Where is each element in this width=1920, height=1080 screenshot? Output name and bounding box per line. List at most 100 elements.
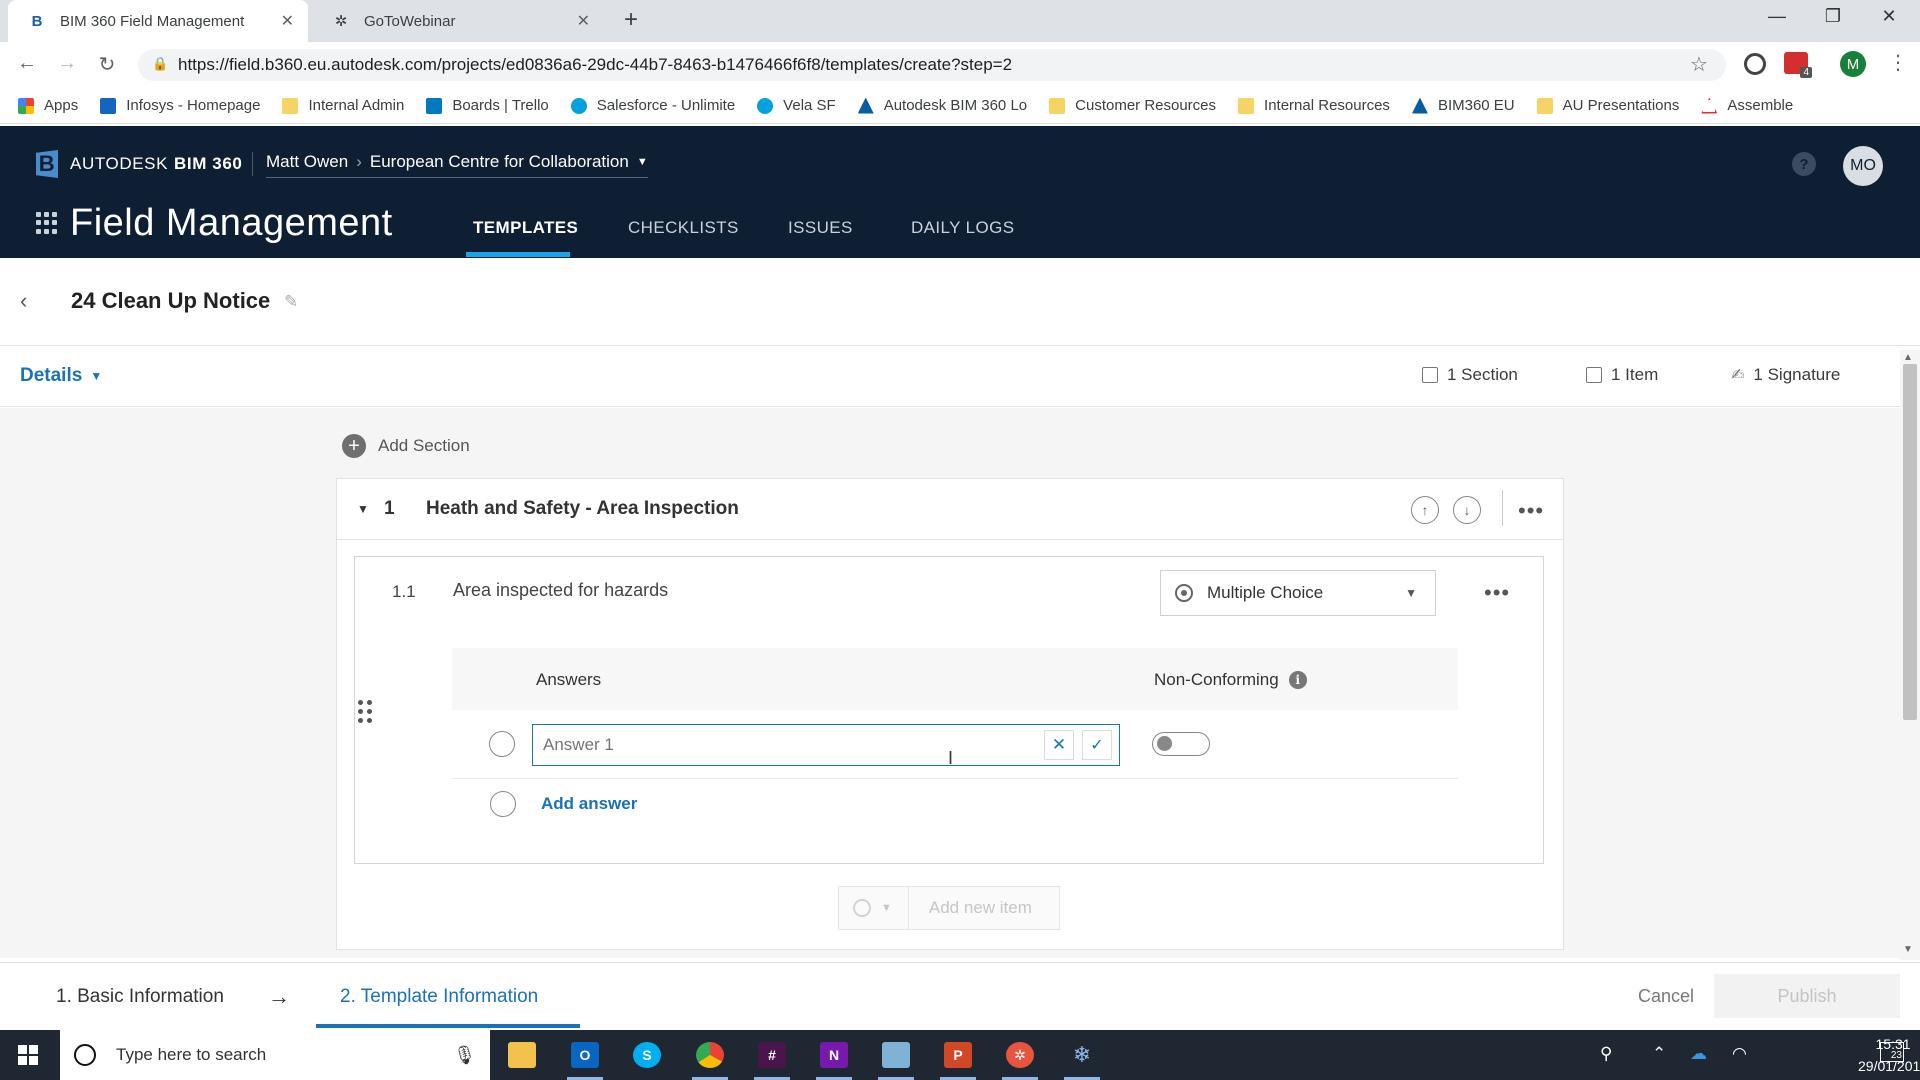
nonconforming-toggle[interactable] xyxy=(1152,732,1210,756)
add-section-button[interactable]: + Add Section xyxy=(342,434,470,458)
reload-icon[interactable]: ↻ xyxy=(92,52,122,77)
browser-tab-gotowebinar[interactable]: ✲ GoToWebinar ✕ xyxy=(312,0,604,42)
confirm-answer-icon[interactable]: ✓ xyxy=(1082,730,1112,760)
bookmark-assemble[interactable]: Assemble xyxy=(1701,97,1793,114)
answer-input[interactable] xyxy=(532,724,1120,766)
step-template-information[interactable]: 2. Template Information xyxy=(340,986,538,1008)
extension-icon[interactable] xyxy=(1744,53,1766,75)
slack-icon[interactable]: # xyxy=(750,1035,794,1080)
browser-menu-icon[interactable]: ⋮ xyxy=(1888,50,1908,75)
active-step-indicator xyxy=(316,1024,580,1028)
forward-icon[interactable]: → xyxy=(52,52,82,75)
taskbar-search-placeholder: Type here to search xyxy=(116,1045,267,1064)
bookmark-salesforce[interactable]: Salesforce - Unlimite xyxy=(570,97,735,114)
project-selector[interactable]: Matt Owen › European Centre for Collabor… xyxy=(266,152,648,172)
add-new-item-label: Add new item xyxy=(928,898,1032,917)
bookmark-trello[interactable]: Boards | Trello xyxy=(426,97,549,114)
add-new-item-bar[interactable]: ▼ Add new item xyxy=(838,886,1060,930)
tray-expand-icon[interactable]: ⌃ xyxy=(1652,1044,1666,1064)
bookmark-label: Infosys - Homepage xyxy=(126,97,261,114)
bim360-favicon-icon: B xyxy=(31,12,43,30)
publish-button[interactable]: Publish xyxy=(1714,974,1900,1018)
section-name[interactable]: Heath and Safety - Area Inspection xyxy=(426,498,739,520)
info-icon[interactable]: i xyxy=(1288,671,1307,689)
close-tab-icon[interactable]: ✕ xyxy=(577,11,590,31)
app-switcher-grid-icon[interactable] xyxy=(36,212,58,234)
bookmark-star-icon[interactable]: ☆ xyxy=(1690,52,1708,77)
notepad-icon[interactable] xyxy=(874,1035,918,1080)
item-name[interactable]: Area inspected for hazards xyxy=(453,580,668,601)
chrome-icon[interactable] xyxy=(688,1035,732,1080)
add-answer-link[interactable]: Add answer xyxy=(541,794,637,814)
details-dropdown[interactable]: Details ▼ xyxy=(20,365,102,387)
skype-icon[interactable]: S xyxy=(625,1035,669,1075)
url-text: https://field.b360.eu.autodesk.com/proje… xyxy=(178,55,1013,74)
microphone-icon[interactable]: 🎙 xyxy=(453,1045,476,1066)
add-answer-radio xyxy=(490,791,516,817)
outlook-icon[interactable]: O xyxy=(563,1035,607,1080)
edit-pencil-icon[interactable]: ✎ xyxy=(284,292,298,312)
bookmark-internal-admin[interactable]: Internal Admin xyxy=(282,97,404,114)
item-type-select[interactable]: Multiple Choice ▼ xyxy=(1160,570,1436,616)
gotowebinar-app-icon[interactable]: ✲ xyxy=(998,1035,1042,1080)
nav-tab-daily-logs[interactable]: DAILY LOGS xyxy=(911,218,1015,238)
nav-tab-checklists[interactable]: CHECKLISTS xyxy=(628,218,739,238)
onenote-icon[interactable]: N xyxy=(812,1035,856,1080)
extension-calendar-icon[interactable]: 4 xyxy=(1784,52,1812,78)
bookmark-vela-sf[interactable]: Vela SF xyxy=(757,97,836,114)
cancel-button[interactable]: Cancel xyxy=(1638,986,1694,1007)
nav-tab-templates[interactable]: TEMPLATES xyxy=(473,218,578,238)
bookmark-internal-resources[interactable]: Internal Resources xyxy=(1238,97,1390,114)
account-name: Matt Owen xyxy=(266,152,349,171)
close-tab-icon[interactable]: ✕ xyxy=(281,11,294,31)
bookmark-infosys[interactable]: Infosys - Homepage xyxy=(100,97,260,114)
step-basic-information[interactable]: 1. Basic Information xyxy=(56,986,224,1008)
bookmark-bim360-eu[interactable]: BIM360 EU xyxy=(1411,97,1515,114)
scroll-up-icon[interactable]: ▲ xyxy=(1903,352,1913,363)
answer-radio[interactable] xyxy=(489,731,515,757)
drag-handle-icon[interactable] xyxy=(358,700,372,723)
close-window-icon[interactable]: ✕ xyxy=(1866,6,1912,27)
bookmark-customer-resources[interactable]: Customer Resources xyxy=(1049,97,1216,114)
onedrive-icon[interactable]: ☁ xyxy=(1690,1044,1707,1064)
scroll-down-icon[interactable]: ▼ xyxy=(1903,944,1913,955)
user-avatar[interactable]: MO xyxy=(1843,146,1883,186)
section-more-icon[interactable]: ••• xyxy=(1518,498,1544,524)
bookmark-label: Autodesk BIM 360 Lo xyxy=(883,97,1028,114)
lock-icon[interactable]: 🔒 xyxy=(152,56,168,72)
people-icon[interactable]: ⚲ xyxy=(1600,1044,1612,1064)
nav-tab-issues[interactable]: ISSUES xyxy=(788,218,853,238)
signature-icon: ✍ xyxy=(1731,367,1745,384)
items-count: 1 Item xyxy=(1586,365,1658,385)
signatures-count: ✍ 1 Signature xyxy=(1731,365,1840,385)
settings-snowflake-icon[interactable]: ❄ xyxy=(1060,1035,1104,1080)
address-bar[interactable]: https://field.b360.eu.autodesk.com/proje… xyxy=(138,49,1726,81)
bookmark-au-presentations[interactable]: AU Presentations xyxy=(1536,97,1679,114)
browser-tab-bim360[interactable]: B BIM 360 Field Management ✕ xyxy=(8,0,308,42)
autodesk-brand[interactable]: B AUTODESK BIM 360 xyxy=(36,150,242,178)
new-tab-button[interactable]: + xyxy=(624,6,638,34)
clear-answer-icon[interactable]: ✕ xyxy=(1044,730,1074,760)
powerpoint-icon[interactable]: P xyxy=(936,1035,980,1080)
item-more-icon[interactable]: ••• xyxy=(1484,580,1510,606)
restore-icon[interactable]: ❐ xyxy=(1810,6,1856,27)
salesforce-cloud-icon xyxy=(757,97,774,114)
chevron-down-icon: ▼ xyxy=(1405,586,1417,600)
taskbar-search[interactable]: Type here to search 🎙 xyxy=(60,1030,490,1080)
move-up-icon[interactable]: ↑ xyxy=(1411,496,1439,524)
help-icon[interactable]: ? xyxy=(1792,152,1816,176)
back-icon[interactable]: ← xyxy=(12,52,42,75)
back-chevron-icon[interactable]: ‹ xyxy=(20,288,27,314)
notifications-icon[interactable]: 23 xyxy=(1880,1042,1904,1062)
minimize-icon[interactable]: — xyxy=(1754,6,1800,27)
bookmark-autodesk-bim360[interactable]: Autodesk BIM 360 Lo xyxy=(857,97,1028,114)
profile-avatar[interactable]: M xyxy=(1840,51,1866,77)
wifi-icon[interactable]: ◠ xyxy=(1732,1044,1747,1064)
windows-start-icon[interactable] xyxy=(18,1045,38,1065)
bookmark-apps[interactable]: Apps xyxy=(18,97,78,114)
file-explorer-icon[interactable] xyxy=(500,1035,544,1075)
scrollbar-thumb[interactable] xyxy=(1903,364,1917,720)
move-down-icon[interactable]: ↓ xyxy=(1453,496,1481,524)
collapse-caret-icon[interactable]: ▼ xyxy=(357,502,369,516)
bookmark-label: BIM360 EU xyxy=(1437,97,1515,114)
